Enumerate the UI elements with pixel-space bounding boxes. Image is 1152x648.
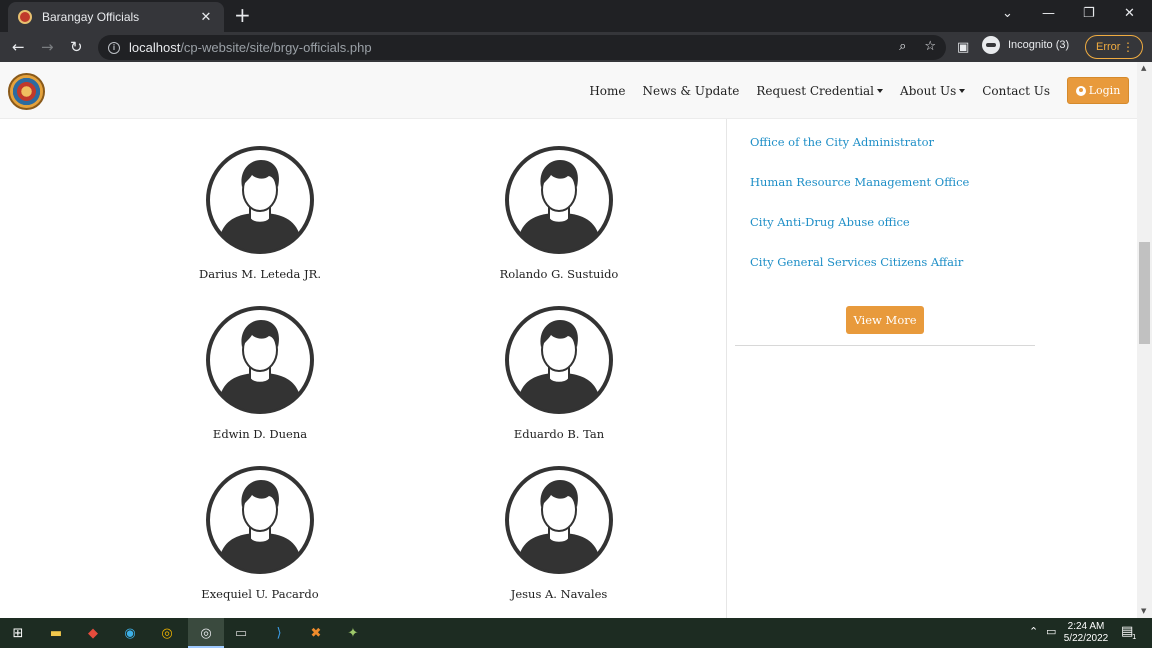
clock-time: 2:24 AM — [1067, 621, 1105, 632]
close-tab-icon[interactable]: ✕ — [198, 10, 214, 25]
official-card: Jesus A. Navales — [459, 465, 659, 601]
official-name: Rolando G. Sustuido — [499, 267, 619, 281]
nav-request-label: Request Credential — [756, 83, 875, 98]
chrome-icon[interactable]: ◎ — [158, 624, 176, 642]
back-icon[interactable]: ← — [12, 38, 25, 56]
avatar-icon — [505, 306, 613, 414]
dropdown-caret-icon — [959, 89, 966, 93]
incognito-indicator[interactable]: Incognito (3) — [982, 36, 1069, 54]
error-label: Error — [1096, 41, 1121, 53]
file-explorer-icon[interactable]: ▬ — [47, 624, 65, 642]
chrome-incognito-icon[interactable]: ◎ — [197, 624, 215, 642]
xampp-icon[interactable]: ✖ — [307, 624, 325, 642]
site-favicon-icon — [18, 10, 32, 24]
browser-tab-strip: Barangay Officials ✕ + ⌄ — ❐ ✕ — [0, 0, 1152, 32]
avatar-icon — [206, 306, 314, 414]
official-name: Jesus A. Navales — [510, 587, 608, 601]
tab-title: Barangay Officials — [42, 10, 140, 24]
site-info-icon[interactable]: i — [108, 41, 120, 54]
site-navbar: Home News & Update Request Credential Ab… — [0, 62, 1137, 119]
restore-button[interactable]: ❐ — [1083, 6, 1095, 21]
app-icon[interactable]: ◆ — [84, 624, 102, 642]
page-scrollbar[interactable]: ▲ ▼ — [1137, 62, 1152, 618]
network-icon[interactable]: ▭ — [1046, 625, 1056, 638]
nav-request-credential[interactable]: Request Credential — [756, 83, 884, 98]
taskbar-clock[interactable]: 2:24 AM 5/22/2022 — [1058, 621, 1114, 645]
column-divider — [726, 119, 727, 618]
url-path: /cp-website/site/brgy-officials.php — [180, 40, 372, 55]
zoom-search-icon[interactable]: ⌕ — [899, 39, 906, 54]
browser-tab[interactable]: Barangay Officials ✕ — [8, 2, 224, 32]
minimize-button[interactable]: — — [1042, 6, 1055, 21]
official-name: Eduardo B. Tan — [513, 427, 605, 441]
official-card: Darius M. Leteda JR. — [160, 145, 360, 281]
nav-contact[interactable]: Contact Us — [982, 84, 1050, 98]
vscode-icon[interactable]: ⟩ — [270, 624, 288, 642]
nav-about[interactable]: About Us — [900, 83, 966, 98]
avatar-icon — [505, 466, 613, 574]
notification-count: 1 — [1132, 633, 1137, 641]
official-card: Rolando G. Sustuido — [459, 145, 659, 281]
avatar-icon — [505, 146, 613, 254]
forward-icon[interactable]: → — [41, 38, 54, 56]
address-bar[interactable]: i localhost/cp-website/site/brgy-officia… — [98, 35, 946, 60]
nav-links: Home News & Update Request Credential Ab… — [589, 62, 1137, 119]
official-name: Darius M. Leteda JR. — [199, 267, 321, 281]
sidebar-link-general-services[interactable]: City General Services Citizens Affair — [750, 255, 963, 269]
tab-search-icon[interactable]: ⌄ — [1002, 6, 1013, 21]
sidebar-link-city-administrator[interactable]: Office of the City Administrator — [750, 135, 934, 149]
nav-about-label: About Us — [900, 83, 957, 98]
official-card: Edwin D. Duena — [160, 305, 360, 441]
side-panel-icon[interactable]: ▣ — [957, 39, 969, 57]
official-card: Eduardo B. Tan — [459, 305, 659, 441]
official-name: Edwin D. Duena — [212, 427, 308, 441]
sidebar-link-hr-office[interactable]: Human Resource Management Office — [750, 175, 969, 189]
windows-taskbar: ⊞ ▬ ◆ ◉ ◎ ◎ ▭ ⟩ ✖ ✦ ⌃ ▭ 2:24 AM 5/22/202… — [0, 618, 1152, 648]
avatar-icon — [206, 466, 314, 574]
menu-dots-icon[interactable]: ⋮ — [1122, 39, 1134, 55]
page-viewport: Home News & Update Request Credential Ab… — [0, 62, 1152, 618]
incognito-label: Incognito (3) — [1008, 39, 1070, 51]
login-button[interactable]: Login — [1067, 77, 1129, 104]
edge-browser-icon[interactable]: ◉ — [121, 624, 139, 642]
scrollbar-thumb[interactable] — [1139, 242, 1150, 344]
url-text: localhost/cp-website/site/brgy-officials… — [129, 40, 372, 55]
barangay-logo[interactable] — [8, 73, 45, 110]
windows-start-icon[interactable]: ⊞ — [9, 624, 27, 642]
close-window-button[interactable]: ✕ — [1124, 6, 1135, 21]
scroll-down-icon[interactable]: ▼ — [1141, 607, 1146, 615]
official-card: Exequiel U. Pacardo — [160, 465, 360, 601]
new-tab-button[interactable]: + — [234, 5, 251, 25]
avatar-icon — [206, 146, 314, 254]
incognito-icon — [982, 36, 1000, 54]
dropdown-caret-icon — [877, 89, 884, 93]
reload-icon[interactable]: ↻ — [70, 38, 83, 56]
user-circle-icon — [1075, 85, 1086, 96]
terminal-icon[interactable]: ▭ — [232, 624, 250, 642]
url-host: localhost — [129, 40, 181, 55]
view-more-button[interactable]: View More — [846, 306, 924, 334]
error-button[interactable]: Error ⋮ — [1085, 35, 1143, 59]
sidebar-link-anti-drug[interactable]: City Anti-Drug Abuse office — [750, 215, 910, 229]
login-label: Login — [1088, 84, 1121, 97]
sidebar-divider — [735, 345, 1035, 346]
tray-overflow-icon[interactable]: ⌃ — [1029, 625, 1038, 638]
browser-toolbar: ← → ↻ i localhost/cp-website/site/brgy-o… — [0, 32, 1152, 62]
scroll-up-icon[interactable]: ▲ — [1141, 64, 1146, 72]
bookmark-star-icon[interactable]: ☆ — [924, 39, 936, 54]
clock-date: 5/22/2022 — [1063, 633, 1109, 644]
app-icon[interactable]: ✦ — [344, 624, 362, 642]
nav-news[interactable]: News & Update — [642, 84, 739, 98]
official-name: Exequiel U. Pacardo — [201, 587, 319, 601]
nav-home[interactable]: Home — [589, 84, 625, 98]
